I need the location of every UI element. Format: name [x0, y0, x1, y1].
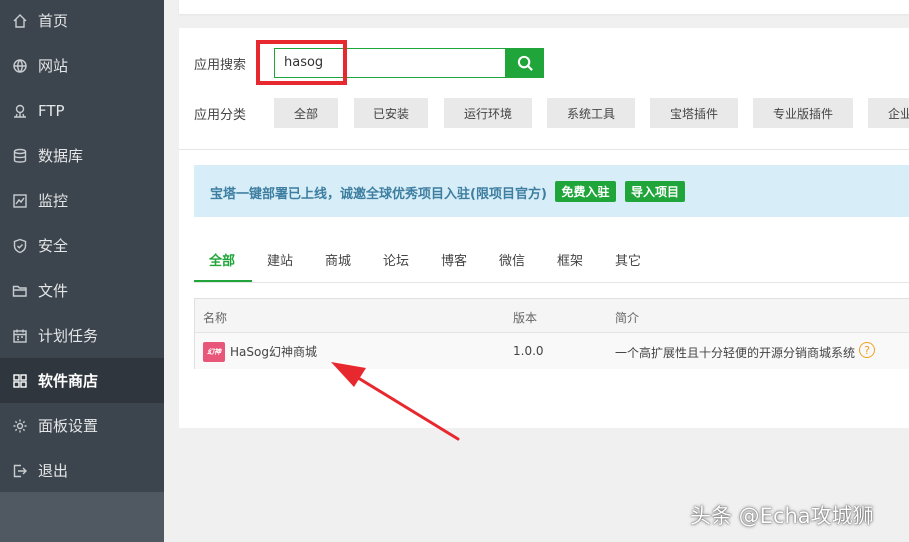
app-description: 一个高扩展性且十分轻便的开源分销商城系统 [615, 346, 856, 360]
table-header: 名称 版本 简介 [195, 299, 909, 333]
sidebar-item-security[interactable]: 安全 [0, 223, 164, 268]
sidebar-item-label: 软件商店 [38, 372, 99, 390]
calendar-icon [11, 327, 29, 345]
tab-wechat[interactable]: 微信 [499, 250, 525, 269]
sidebar-footer [0, 492, 164, 542]
sidebar-item-label: 计划任务 [38, 327, 99, 345]
home-icon [11, 12, 29, 30]
header-desc: 简介 [615, 311, 640, 325]
database-icon [11, 147, 29, 165]
sidebar-item-label: 安全 [38, 237, 69, 255]
free-join-button[interactable]: 免费入驻 [555, 181, 616, 202]
app-version: 1.0.0 [513, 344, 544, 358]
search-icon [517, 55, 533, 71]
shield-icon [11, 237, 29, 255]
tab-site[interactable]: 建站 [267, 250, 293, 269]
table-row[interactable]: 幻神 HaSog幻神商城 1.0.0 一个高扩展性且十分轻便的开源分销商城系统 … [195, 333, 909, 369]
grid-icon [11, 372, 29, 390]
sidebar-item-label: 退出 [38, 462, 69, 480]
ftp-icon [11, 102, 29, 120]
sidebar-item-logout[interactable]: 退出 [0, 448, 164, 493]
category-system-tools-button[interactable]: 系统工具 [547, 98, 635, 128]
help-icon[interactable]: ? [859, 342, 875, 358]
sidebar-item-ftp[interactable]: FTP [0, 88, 164, 133]
sidebar-item-database[interactable]: 数据库 [0, 133, 164, 178]
notice-text: 宝塔一键部署已上线，诚邀全球优秀项目入驻(限项目官方) [210, 187, 547, 202]
top-panel [179, 0, 909, 14]
sidebar-item-label: FTP [38, 101, 65, 120]
sidebar-item-home[interactable]: 首页 [0, 0, 164, 43]
search-button[interactable] [506, 48, 544, 78]
sidebar-item-label: 面板设置 [38, 417, 99, 435]
category-label: 应用分类 [194, 108, 247, 123]
app-name[interactable]: HaSog幻神商城 [230, 343, 317, 360]
sidebar-item-label: 文件 [38, 282, 69, 300]
category-enterprise-button[interactable]: 企业 [868, 98, 909, 128]
sidebar-item-website[interactable]: 网站 [0, 43, 164, 88]
app-table: 名称 版本 简介 幻神 HaSog幻神商城 1.0.0 一个高扩展性且十分轻便的… [194, 298, 909, 369]
tab-blog[interactable]: 博客 [441, 250, 467, 269]
category-all-button[interactable]: 全部 [274, 98, 338, 128]
search-input[interactable]: hasog [274, 48, 506, 78]
sidebar-item-label: 监控 [38, 192, 69, 210]
sidebar-item-label: 首页 [38, 12, 69, 30]
divider [179, 149, 909, 150]
sidebar-item-monitor[interactable]: 监控 [0, 178, 164, 223]
tab-divider [194, 282, 909, 283]
globe-icon [11, 57, 29, 75]
sidebar-item-settings[interactable]: 面板设置 [0, 403, 164, 448]
tab-mall[interactable]: 商城 [325, 250, 351, 269]
sidebar-item-label: 数据库 [38, 147, 84, 165]
import-project-button[interactable]: 导入项目 [625, 181, 685, 202]
tab-all[interactable]: 全部 [209, 250, 235, 269]
sidebar-item-label: 网站 [38, 57, 69, 75]
sidebar: 首页 网站 FTP 数据库 监控 安全 文件 计划任务 软件商店 面板设置 退出 [0, 0, 164, 542]
sidebar-item-files[interactable]: 文件 [0, 268, 164, 313]
app-logo: 幻神 [203, 342, 225, 362]
folder-icon [11, 282, 29, 300]
header-version: 版本 [513, 311, 538, 325]
category-pro-plugins-button[interactable]: 专业版插件 [753, 98, 853, 128]
tab-other[interactable]: 其它 [615, 250, 641, 269]
category-bt-plugins-button[interactable]: 宝塔插件 [650, 98, 738, 128]
sidebar-item-cron[interactable]: 计划任务 [0, 313, 164, 358]
tab-forum[interactable]: 论坛 [383, 250, 409, 269]
search-label: 应用搜索 [194, 58, 247, 73]
logout-icon [11, 462, 29, 480]
category-installed-button[interactable]: 已安装 [354, 98, 428, 128]
monitor-icon [11, 192, 29, 210]
category-runtime-button[interactable]: 运行环境 [444, 98, 532, 128]
sidebar-item-software-store[interactable]: 软件商店 [0, 358, 164, 403]
header-name: 名称 [203, 311, 228, 325]
tab-framework[interactable]: 框架 [557, 250, 583, 269]
watermark: 头条 @Echa攻城狮 [690, 504, 874, 528]
gear-icon [11, 417, 29, 435]
